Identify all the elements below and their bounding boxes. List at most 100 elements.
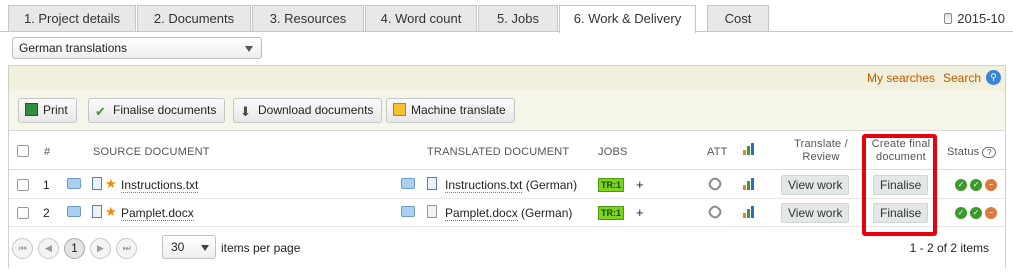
items-per-page-select[interactable]: 30 — [162, 235, 216, 259]
first-page-icon[interactable]: ⏮ — [12, 238, 33, 259]
folder-icon[interactable] — [401, 178, 415, 189]
items-per-page-value: 30 — [171, 240, 185, 254]
status-done-icon: ✓ — [970, 179, 982, 191]
version-text: 2015-10 — [957, 11, 1005, 26]
finalise-documents-label: Finalise documents — [113, 103, 217, 117]
print-button-label: Print — [43, 103, 68, 117]
translated-language: (German) — [521, 206, 573, 220]
tab-work-delivery[interactable]: 6. Work & Delivery — [559, 5, 696, 33]
tab-cost[interactable]: Cost — [707, 5, 769, 32]
document-icon — [427, 205, 437, 218]
status-pending-icon: − — [985, 207, 997, 219]
folder-icon[interactable] — [67, 206, 81, 217]
status-done-icon: ✓ — [955, 179, 967, 191]
column-status-label: Status — [947, 146, 980, 158]
add-job-button[interactable]: + — [636, 205, 644, 220]
table-row[interactable]: 1 ★ Instructions.txt Instructions.txt (G… — [9, 171, 1005, 199]
row-number: 2 — [43, 206, 50, 220]
source-document-name[interactable]: Instructions.txt — [121, 178, 199, 193]
star-icon: ★ — [105, 176, 117, 191]
tab-divider — [0, 31, 1013, 32]
column-translate-review-line1: Translate / — [794, 138, 848, 150]
tab-resources[interactable]: 3. Resources — [252, 5, 364, 32]
translated-document-name[interactable]: Instructions.txt (German) — [445, 178, 578, 193]
database-icon — [944, 13, 953, 24]
pagination-summary: 1 - 2 of 2 items — [909, 241, 989, 255]
check-icon: ✔ — [95, 104, 106, 119]
filter-select-value: German translations — [19, 41, 128, 55]
tab-project-details[interactable]: 1. Project details — [8, 5, 136, 32]
source-document-link[interactable]: Instructions.txt — [121, 178, 199, 193]
search-icon[interactable]: ⚲ — [986, 70, 1001, 85]
column-create-final-line1: Create final — [871, 138, 931, 150]
download-documents-label: Download documents — [258, 103, 374, 117]
toolbar: Print ✔ Finalise documents ⬇ Download docu… — [9, 91, 1005, 131]
next-page-icon[interactable]: ▶ — [90, 238, 111, 259]
search-link[interactable]: Search — [943, 71, 981, 85]
column-status: Status? — [947, 146, 997, 159]
column-translate-review-line2: Review — [802, 151, 840, 163]
filter-select[interactable]: German translations — [12, 37, 262, 59]
page-number-button[interactable]: 1 — [64, 238, 85, 259]
star-icon: ★ — [105, 204, 117, 219]
bar-chart-icon[interactable] — [743, 206, 757, 218]
bar-chart-icon[interactable] — [743, 178, 757, 190]
finalise-button[interactable]: Finalise — [873, 175, 929, 195]
add-job-button[interactable]: + — [636, 177, 644, 192]
folder-icon[interactable] — [67, 178, 81, 189]
source-document-link[interactable]: Pamplet.docx — [121, 206, 194, 221]
pagination-bar: ⏮ ◀ 1 ▶ ⏭ 30 items per page 1 - 2 of 2 i… — [9, 232, 1005, 268]
status-pending-icon: − — [985, 179, 997, 191]
select-all-checkbox[interactable] — [17, 145, 29, 157]
translated-language: (German) — [525, 178, 578, 192]
tab-word-count[interactable]: 4. Word count — [365, 5, 477, 32]
finalise-documents-button[interactable]: ✔ Finalise documents — [88, 98, 226, 123]
document-icon — [92, 205, 102, 218]
source-document-name[interactable]: Pamplet.docx — [121, 206, 194, 221]
tab-documents[interactable]: 2. Documents — [137, 5, 251, 32]
document-icon — [427, 177, 437, 190]
column-create-final-line2: document — [876, 151, 926, 163]
column-create-final-document: Create final document — [865, 138, 937, 164]
print-button[interactable]: Print — [18, 98, 77, 123]
attachment-icon[interactable] — [706, 175, 724, 193]
row-checkbox[interactable] — [17, 207, 29, 219]
column-att: ATT — [707, 146, 728, 158]
version-label: 2015-10 — [944, 11, 1005, 26]
help-icon[interactable]: ? — [982, 147, 997, 158]
finalise-button[interactable]: Finalise — [873, 203, 929, 223]
table-row[interactable]: 2 ★ Pamplet.docx Pamplet.docx (German) T… — [9, 199, 1005, 227]
row-number: 1 — [43, 178, 50, 192]
my-searches-link[interactable]: My searches — [867, 71, 935, 85]
items-per-page-label: items per page — [221, 241, 301, 255]
view-work-button[interactable]: View work — [781, 203, 850, 223]
documents-grid: My searches Search ⚲ Print ✔ Finalise doc… — [8, 65, 1006, 268]
last-page-icon[interactable]: ⏭ — [116, 238, 137, 259]
tab-jobs[interactable]: 5. Jobs — [478, 5, 558, 32]
download-icon: ⬇ — [240, 104, 251, 119]
folder-icon[interactable] — [401, 206, 415, 217]
download-documents-button[interactable]: ⬇ Download documents — [233, 98, 383, 123]
job-badge[interactable]: TR:1 — [598, 178, 624, 192]
translated-document-name[interactable]: Pamplet.docx (German) — [445, 206, 573, 221]
column-number: # — [44, 146, 51, 158]
attachment-icon[interactable] — [706, 203, 724, 221]
translated-document-link[interactable]: Instructions.txt — [445, 178, 523, 193]
chevron-down-icon — [245, 46, 253, 52]
translated-document-link[interactable]: Pamplet.docx — [445, 206, 518, 221]
status-done-icon: ✓ — [970, 207, 982, 219]
column-source-document[interactable]: Source document — [93, 146, 210, 158]
tab-bar: 1. Project details 2. Documents 3. Resou… — [0, 0, 1013, 33]
machine-translate-icon — [393, 103, 406, 116]
view-work-button[interactable]: View work — [781, 175, 850, 195]
table-header: # Source document Translated document Jo… — [9, 132, 1005, 170]
column-translated-document[interactable]: Translated document — [427, 146, 569, 158]
search-bar: My searches Search ⚲ — [9, 66, 1005, 91]
row-checkbox[interactable] — [17, 179, 29, 191]
bar-chart-icon — [743, 143, 757, 155]
status-done-icon: ✓ — [955, 207, 967, 219]
previous-page-icon[interactable]: ◀ — [38, 238, 59, 259]
machine-translate-button[interactable]: Machine translate — [386, 98, 515, 123]
excel-icon — [25, 103, 38, 116]
job-badge[interactable]: TR:1 — [598, 206, 624, 220]
